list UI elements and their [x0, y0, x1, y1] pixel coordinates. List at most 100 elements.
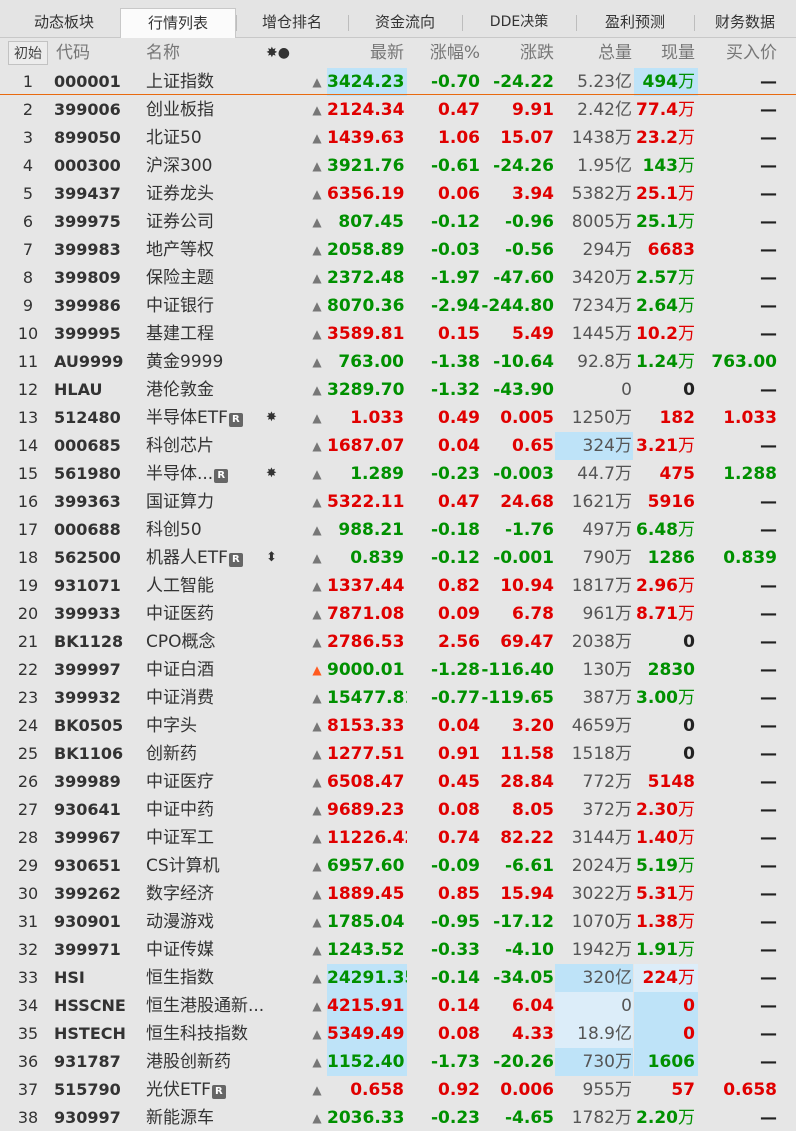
table-row[interactable]: 1 000001 上证指数 ▲ 3424.23 -0.70 -24.22 5.23亿 494万 —: [0, 68, 796, 96]
bell-icon[interactable]: ▲: [308, 992, 326, 1020]
column-header-volume[interactable]: 总量: [555, 38, 632, 68]
bell-icon[interactable]: ▲: [308, 768, 326, 796]
table-row[interactable]: 30 399262 数字经济 ▲ 1889.45 0.85 15.94 3022万 5.31万 —: [0, 880, 796, 908]
change-percent: 1.06: [438, 128, 480, 148]
bell-icon[interactable]: ▲: [308, 208, 326, 236]
table-row[interactable]: 34 HSSCNE 恒生港股通新... ▲ 4215.91 0.14 6.04 0 0 —: [0, 992, 796, 1020]
bell-icon[interactable]: ▲: [308, 796, 326, 824]
table-row[interactable]: 12 HLAU 港伦敦金 ▲ 3289.70 -1.32 -43.90 0 0 —: [0, 376, 796, 404]
tab-quote-list[interactable]: 行情列表: [120, 8, 236, 38]
bell-icon[interactable]: ▲: [308, 628, 326, 656]
table-row[interactable]: 31 930901 动漫游戏 ▲ 1785.04 -0.95 -17.12 1070万 1.38…: [0, 908, 796, 936]
table-row[interactable]: 4 000300 沪深300 ▲ 3921.76 -0.61 -24.26 1.95亿 143万…: [0, 152, 796, 180]
row-index: 27: [17, 800, 39, 819]
column-header-marks-icon[interactable]: ✸●: [266, 38, 290, 68]
table-row[interactable]: 27 930641 中证中药 ▲ 9689.23 0.08 8.05 372万 2.30万 —: [0, 796, 796, 824]
bell-icon[interactable]: ▲: [308, 1020, 326, 1048]
bell-icon[interactable]: ▲: [308, 572, 326, 600]
bell-icon[interactable]: ▲: [308, 432, 326, 460]
tab-profit-forecast[interactable]: 盈利预测: [576, 8, 694, 38]
table-row[interactable]: 38 930997 新能源车 ▲ 2036.33 -0.23 -4.65 1782万 2.20万…: [0, 1104, 796, 1131]
table-row[interactable]: 28399967中证军工▲11226.420.7482.223144万1.40万…: [0, 824, 796, 852]
bell-icon[interactable]: ▲: [308, 292, 326, 320]
table-row[interactable]: 9 399986 中证银行 ▲ 8070.36 -2.94 -244.80 7234万 2.64…: [0, 292, 796, 320]
table-row[interactable]: 26 399989 中证医疗 ▲ 6508.47 0.45 28.84 772万 5148—: [0, 768, 796, 796]
row-index: 14: [17, 436, 39, 455]
column-header-change-pct[interactable]: 涨幅%: [408, 38, 480, 68]
column-header-code[interactable]: 代码: [56, 38, 90, 68]
bell-icon[interactable]: ▲: [308, 852, 326, 880]
table-row[interactable]: 32 399971 中证传媒 ▲ 1243.52 -0.33 -4.10 1942万 1.91万…: [0, 936, 796, 964]
bell-icon[interactable]: ▲: [308, 740, 326, 768]
table-row[interactable]: 2 399006 创业板指 ▲ 2124.34 0.47 9.91 2.42亿 77.4万 —: [0, 96, 796, 124]
bell-icon[interactable]: ▲: [308, 460, 326, 488]
initial-sort-button[interactable]: 初始: [8, 41, 48, 65]
bell-icon[interactable]: ▲: [308, 964, 326, 992]
table-row[interactable]: 14 000685 科创芯片 ▲ 1687.07 0.04 0.65 324万 3.21万 —: [0, 432, 796, 460]
table-row[interactable]: 33HSI恒生指数▲24291.35-0.14-34.05320亿224万—: [0, 964, 796, 992]
table-row[interactable]: 10 399995 基建工程 ▲ 3589.81 0.15 5.49 1445万 10.2万 —: [0, 320, 796, 348]
table-row[interactable]: 19 931071 人工智能 ▲ 1337.44 0.82 10.94 1817万 2.96万 —: [0, 572, 796, 600]
table-row[interactable]: 11 AU9999 黄金9999 ▲ 763.00 -1.38 -10.64 92.8万 1.2…: [0, 348, 796, 376]
column-header-name[interactable]: 名称: [146, 38, 180, 68]
column-header-change[interactable]: 涨跌: [481, 38, 554, 68]
table-row[interactable]: 17 000688 科创50 ▲ 988.21 -0.18 -1.76 497万 6.48万 —: [0, 516, 796, 544]
bell-icon[interactable]: ▲: [308, 68, 326, 96]
bell-icon[interactable]: ▲: [308, 1104, 326, 1131]
bell-icon[interactable]: ▲: [308, 124, 326, 152]
table-row[interactable]: 35 HSTECH 恒生科技指数 ▲ 5349.49 0.08 4.33 18.9亿 0—: [0, 1020, 796, 1048]
bell-icon[interactable]: ▲: [308, 264, 326, 292]
bell-icon[interactable]: ▲: [308, 908, 326, 936]
bell-icon[interactable]: ▲: [308, 1076, 326, 1104]
tab-dde-decision[interactable]: DDE决策: [462, 8, 576, 38]
table-row[interactable]: 37 515790 光伏ETF R ▲ 0.658 0.92 0.006 955万 57 0.658: [0, 1076, 796, 1104]
table-row[interactable]: 15 561980 半导体... R ✸ ▲ 1.289 -0.23 -0.003 44.7万 47…: [0, 460, 796, 488]
bell-icon[interactable]: ▲: [308, 96, 326, 124]
column-header-last[interactable]: 最新: [327, 38, 404, 68]
bell-icon[interactable]: ▲: [308, 600, 326, 628]
bell-icon[interactable]: ▲: [308, 880, 326, 908]
bell-icon[interactable]: ▲: [308, 376, 326, 404]
table-row[interactable]: 5 399437 证券龙头 ▲ 6356.19 0.06 3.94 5382万 25.1万 —: [0, 180, 796, 208]
table-row[interactable]: 25 BK1106 创新药 ▲ 1277.51 0.91 11.58 1518万 0—: [0, 740, 796, 768]
table-row[interactable]: 20 399933 中证医药 ▲ 7871.08 0.09 6.78 961万 8.71万 —: [0, 600, 796, 628]
bell-icon[interactable]: ▲: [308, 656, 326, 684]
table-row[interactable]: 21 BK1128 CPO概念 ▲ 2786.53 2.56 69.47 2038万 0—: [0, 628, 796, 656]
table-row[interactable]: 24 BK0505 中字头 ▲ 8153.33 0.04 3.20 4659万 0—: [0, 712, 796, 740]
table-row[interactable]: 23399932中证消费▲15477.81-0.77-119.65387万3.0…: [0, 684, 796, 712]
bell-icon[interactable]: ▲: [308, 348, 326, 376]
change-amount: 4.33: [512, 1024, 554, 1044]
bell-icon[interactable]: ▲: [308, 152, 326, 180]
table-row[interactable]: 13 512480 半导体ETF R ✸ ▲ 1.033 0.49 0.005 1250万 182 1…: [0, 404, 796, 432]
column-header-current-volume[interactable]: 现量: [634, 38, 695, 68]
table-row[interactable]: 8 399809 保险主题 ▲ 2372.48 -1.97 -47.60 3420万 2.57万…: [0, 264, 796, 292]
bell-icon[interactable]: ▲: [308, 936, 326, 964]
current-volume-unit: 万: [678, 576, 695, 596]
table-row[interactable]: 22 399997 中证白酒 ▲ 9000.01 -1.28 -116.40 130万 2830…: [0, 656, 796, 684]
security-code: 515790: [54, 1080, 121, 1099]
bell-icon[interactable]: ▲: [308, 180, 326, 208]
bell-icon[interactable]: ▲: [308, 320, 326, 348]
bell-icon[interactable]: ▲: [308, 516, 326, 544]
bell-icon[interactable]: ▲: [308, 488, 326, 516]
table-row[interactable]: 36 931787 港股创新药 ▲ 1152.40 -1.73 -20.26 730万 1606…: [0, 1048, 796, 1076]
table-row[interactable]: 29 930651 CS计算机 ▲ 6957.60 -0.09 -6.61 2024万 5.19…: [0, 852, 796, 880]
bell-icon[interactable]: ▲: [308, 824, 326, 852]
table-row[interactable]: 16 399363 国证算力 ▲ 5322.11 0.47 24.68 1621万 5916—: [0, 488, 796, 516]
bell-icon[interactable]: ▲: [308, 684, 326, 712]
tab-position-ranking[interactable]: 增仓排名: [236, 8, 348, 38]
table-row[interactable]: 3 899050 北证50 ▲ 1439.63 1.06 15.07 1438万 23.2万 —: [0, 124, 796, 152]
bell-icon[interactable]: ▲: [308, 1048, 326, 1076]
column-header-bid[interactable]: 买入价: [699, 38, 777, 68]
table-row[interactable]: 7 399983 地产等权 ▲ 2058.89 -0.03 -0.56 294万 6683—: [0, 236, 796, 264]
bell-icon[interactable]: ▲: [308, 544, 326, 572]
table-row[interactable]: 18 562500 机器人ETF R ⬍ ▲ 0.839 -0.12 -0.001 790万 128…: [0, 544, 796, 572]
tab-fund-flow[interactable]: 资金流向: [348, 8, 462, 38]
table-row[interactable]: 6 399975 证券公司 ▲ 807.45 -0.12 -0.96 8005万 25.1万 —: [0, 208, 796, 236]
bell-icon[interactable]: ▲: [308, 404, 326, 432]
current-volume: 475: [634, 460, 698, 488]
bell-icon[interactable]: ▲: [308, 712, 326, 740]
tab-financial-data[interactable]: 财务数据: [694, 8, 796, 38]
bell-icon[interactable]: ▲: [308, 236, 326, 264]
tab-dynamic-sector[interactable]: 动态板块: [8, 8, 120, 38]
